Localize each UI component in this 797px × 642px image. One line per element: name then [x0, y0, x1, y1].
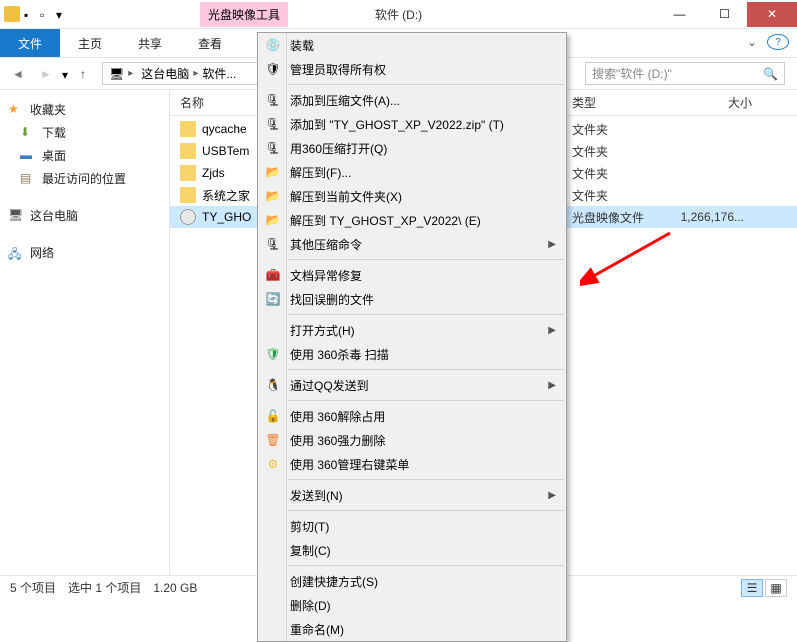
chevron-right-icon: ▶ — [548, 325, 556, 336]
search-placeholder: 搜索"软件 (D:)" — [592, 65, 672, 82]
contextual-tab-label[interactable]: 光盘映像工具 — [200, 2, 288, 27]
close-button[interactable]: ✕ — [747, 2, 797, 27]
tab-view[interactable]: 查看 — [180, 29, 240, 57]
status-item-count: 5 个项目 — [10, 579, 56, 596]
ctx-create-shortcut[interactable]: 创建快捷方式(S) — [258, 569, 566, 593]
ctx-extract-here[interactable]: 📂解压到当前文件夹(X) — [258, 184, 566, 208]
tab-home[interactable]: 主页 — [60, 29, 120, 57]
extract-icon: 📂 — [264, 187, 282, 205]
sidebar-desktop[interactable]: ▬桌面 — [2, 144, 167, 167]
help-icon[interactable]: ? — [767, 34, 789, 50]
recent-icon: ▤ — [20, 171, 36, 187]
breadcrumb-pc[interactable]: 这台电脑 — [137, 65, 193, 82]
chevron-right-icon: ▶ — [548, 380, 556, 391]
qq-icon: 🐧 — [264, 376, 282, 394]
ctx-delete[interactable]: 删除(D) — [258, 593, 566, 617]
qat-newfolder-icon[interactable]: ▫ — [40, 8, 52, 20]
sidebar-recent[interactable]: ▤最近访问的位置 — [2, 167, 167, 190]
ctx-extract-to[interactable]: 📂解压到(F)... — [258, 160, 566, 184]
folder-icon — [180, 143, 196, 159]
ctx-360-scan[interactable]: 🛡使用 360杀毒 扫描 — [258, 342, 566, 366]
disc-image-icon — [180, 209, 196, 225]
desktop-icon: ▬ — [20, 148, 36, 164]
tab-file[interactable]: 文件 — [0, 29, 60, 57]
archive-icon: 🗜 — [264, 115, 282, 133]
nav-up-button[interactable]: ↑ — [72, 63, 94, 85]
ctx-cut[interactable]: 剪切(T) — [258, 514, 566, 538]
annotation-arrow — [580, 228, 680, 288]
ctx-doc-repair[interactable]: 🧰文档异常修复 — [258, 263, 566, 287]
star-icon: ★ — [8, 102, 24, 118]
ctx-mount[interactable]: 💿装载 — [258, 33, 566, 57]
breadcrumb-drive[interactable]: 软件... — [198, 65, 240, 82]
extract-icon: 📂 — [264, 163, 282, 181]
shield-icon: 🛡 — [264, 60, 282, 78]
download-icon: ⬇ — [20, 125, 36, 141]
ctx-add-archive[interactable]: 🗜添加到压缩文件(A)... — [258, 88, 566, 112]
sidebar-network[interactable]: 🖧网络 — [2, 241, 167, 264]
sidebar-downloads[interactable]: ⬇下载 — [2, 121, 167, 144]
ctx-open-with[interactable]: 打开方式(H)▶ — [258, 318, 566, 342]
nav-history-dropdown[interactable]: ▾ — [62, 68, 68, 82]
sidebar-this-pc[interactable]: 🖥这台电脑 — [2, 204, 167, 227]
qat-dropdown-icon[interactable]: ▾ — [56, 8, 68, 20]
ctx-360-unlock[interactable]: 🔓使用 360解除占用 — [258, 404, 566, 428]
ctx-360-manage-menu[interactable]: ⚙使用 360管理右键菜单 — [258, 452, 566, 476]
archive-icon: 🗜 — [264, 91, 282, 109]
pc-icon: 🖥 — [109, 67, 124, 81]
chevron-right-icon: ▶ — [548, 490, 556, 501]
network-icon: 🖧 — [8, 245, 24, 261]
archive-icon: 🗜 — [264, 139, 282, 157]
ctx-send-to[interactable]: 发送到(N)▶ — [258, 483, 566, 507]
search-input[interactable]: 搜索"软件 (D:)" 🔍 — [585, 62, 785, 85]
repair-icon: 🧰 — [264, 266, 282, 284]
shield-icon: 🛡 — [264, 345, 282, 363]
view-icons-button[interactable]: ▦ — [765, 579, 787, 597]
column-type[interactable]: 类型 — [572, 94, 662, 111]
window-title: 软件 (D:) — [375, 6, 422, 23]
ctx-copy[interactable]: 复制(C) — [258, 538, 566, 562]
tab-share[interactable]: 共享 — [120, 29, 180, 57]
minimize-button[interactable]: — — [657, 2, 702, 27]
ctx-rename[interactable]: 重命名(M) — [258, 617, 566, 641]
pc-icon: 🖥 — [8, 208, 24, 224]
chevron-right-icon: ▶ — [548, 239, 556, 250]
nav-forward-button[interactable]: ► — [34, 62, 58, 86]
ctx-admin-own[interactable]: 🛡管理员取得所有权 — [258, 57, 566, 81]
qat-properties-icon[interactable]: ▪ — [24, 8, 36, 20]
gear-icon: ⚙ — [264, 455, 282, 473]
disc-icon: 💿 — [264, 36, 282, 54]
ctx-extract-named[interactable]: 📂解压到 TY_GHOST_XP_V2022\ (E) — [258, 208, 566, 232]
window-icon — [4, 6, 20, 22]
delete-icon: 🗑 — [264, 431, 282, 449]
ctx-other-zip[interactable]: 🗜其他压缩命令▶ — [258, 232, 566, 256]
column-size[interactable]: 大小 — [662, 94, 752, 111]
extract-icon: 📂 — [264, 211, 282, 229]
sidebar-favorites[interactable]: ★收藏夹 — [2, 98, 167, 121]
folder-icon — [180, 187, 196, 203]
nav-back-button[interactable]: ◄ — [6, 62, 30, 86]
view-details-button[interactable]: ☰ — [741, 579, 763, 597]
archive-icon: 🗜 — [264, 235, 282, 253]
folder-icon — [180, 165, 196, 181]
ctx-add-zip[interactable]: 🗜添加到 "TY_GHOST_XP_V2022.zip" (T) — [258, 112, 566, 136]
ctx-qq-send[interactable]: 🐧通过QQ发送到▶ — [258, 373, 566, 397]
lock-icon: 🔓 — [264, 407, 282, 425]
ctx-find-deleted[interactable]: 🔄找回误删的文件 — [258, 287, 566, 311]
recover-icon: 🔄 — [264, 290, 282, 308]
ribbon-expand-icon[interactable]: ⌄ — [737, 29, 767, 57]
status-selected-count: 选中 1 个项目 — [68, 579, 141, 596]
folder-icon — [180, 121, 196, 137]
ctx-360-force-delete[interactable]: 🗑使用 360强力删除 — [258, 428, 566, 452]
maximize-button[interactable]: ☐ — [702, 2, 747, 27]
search-icon[interactable]: 🔍 — [763, 67, 778, 81]
status-selected-size: 1.20 GB — [153, 581, 197, 595]
ctx-open-360zip[interactable]: 🗜用360压缩打开(Q) — [258, 136, 566, 160]
